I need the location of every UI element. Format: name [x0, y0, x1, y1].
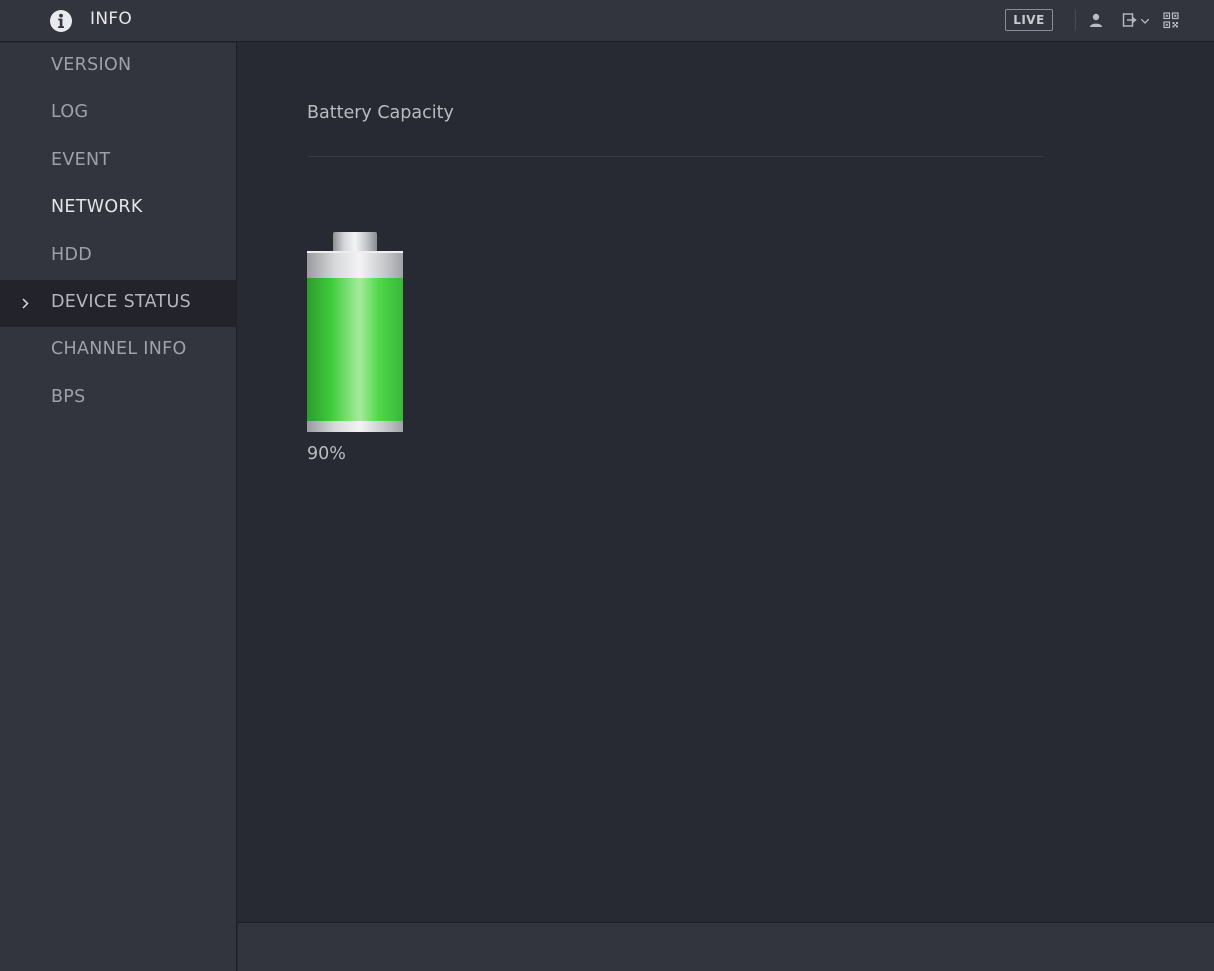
- sidebar-item-label: DEVICE STATUS: [51, 292, 192, 312]
- sidebar-item-hdd[interactable]: HDD: [0, 233, 237, 280]
- sidebar-item-event[interactable]: EVENT: [0, 138, 237, 185]
- sidebar-item-device-status[interactable]: DEVICE STATUS: [0, 280, 237, 327]
- page-title: INFO: [90, 9, 133, 29]
- sidebar-item-label: VERSION: [51, 55, 132, 75]
- sidebar-item-version[interactable]: VERSION: [0, 43, 237, 90]
- sidebar-item-label: EVENT: [51, 150, 111, 170]
- battery-top-band: [307, 251, 403, 278]
- battery-icon: [307, 232, 403, 432]
- sidebar-item-label: HDD: [51, 245, 93, 265]
- sidebar-item-channel-info[interactable]: CHANNEL INFO: [0, 327, 237, 374]
- user-icon[interactable]: [1088, 12, 1104, 28]
- sidebar-item-label: LOG: [51, 102, 89, 122]
- battery-fill: [307, 278, 403, 421]
- logout-icon[interactable]: [1122, 12, 1138, 28]
- qr-code-icon[interactable]: [1163, 12, 1179, 29]
- info-icon: [50, 10, 72, 32]
- toolbar-divider: [1075, 10, 1076, 30]
- battery-bottom-band: [307, 421, 403, 432]
- section-divider: [308, 156, 1043, 157]
- chevron-right-icon: [22, 298, 29, 309]
- sidebar-item-label: CHANNEL INFO: [51, 339, 187, 359]
- footer-bar: [238, 922, 1214, 971]
- battery-cap: [333, 232, 377, 252]
- sidebar: VERSION LOG EVENT NETWORK HDD DEVICE STA…: [0, 43, 237, 971]
- top-bar: INFO LIVE: [0, 0, 1214, 42]
- section-title: Battery Capacity: [307, 103, 454, 123]
- sidebar-item-network[interactable]: NETWORK: [0, 185, 237, 232]
- sidebar-item-log[interactable]: LOG: [0, 90, 237, 137]
- chevron-down-icon[interactable]: [1141, 19, 1149, 24]
- live-button[interactable]: LIVE: [1005, 9, 1053, 31]
- sidebar-item-label: NETWORK: [51, 197, 143, 217]
- sidebar-item-bps[interactable]: BPS: [0, 375, 237, 422]
- battery-percentage: 90%: [307, 444, 346, 464]
- sidebar-item-label: BPS: [51, 387, 86, 407]
